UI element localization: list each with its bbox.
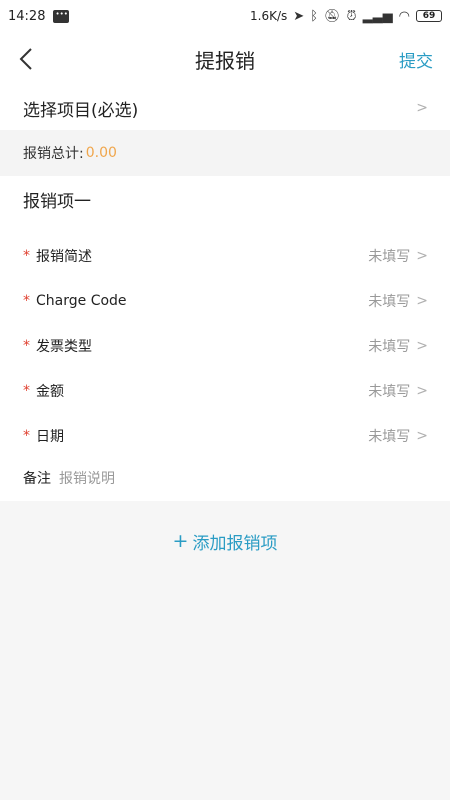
back-arrow-icon[interactable]	[14, 46, 40, 72]
signal-icon: ▂▃▅	[362, 8, 393, 24]
field-label: 日期	[36, 428, 64, 445]
field-label: Charge Code	[36, 292, 127, 309]
chevron-right-icon: >	[416, 427, 428, 444]
select-project-row[interactable]: 选择项目(必选) >	[0, 86, 450, 130]
field-value: 未填写	[368, 338, 411, 355]
nav-bar: 提报销 提交	[0, 32, 450, 86]
chevron-right-icon: >	[416, 247, 428, 264]
section-title: 报销项一	[23, 191, 91, 212]
required-marker: *	[23, 427, 30, 444]
alarm-icon: ⏰︎	[346, 8, 357, 24]
field-value: 未填写	[368, 293, 411, 310]
wifi-icon: ◠	[398, 8, 410, 24]
select-project-label: 选择项目(必选)	[23, 100, 139, 121]
chevron-right-icon: >	[416, 337, 428, 354]
reimbursement-item-section: 报销项一 * 报销简述 未填写 > * Charge Code 未填写 > * …	[0, 176, 450, 501]
required-marker: *	[23, 382, 30, 399]
chevron-right-icon: >	[416, 100, 428, 116]
battery-icon: 69	[416, 10, 442, 22]
remark-input[interactable]: 报销说明	[59, 468, 115, 488]
status-time: 14:28	[8, 8, 46, 24]
add-reimbursement-item-button[interactable]: + 添加报销项	[0, 501, 450, 581]
total-row: 报销总计: 0.00	[0, 130, 450, 176]
status-bar: 14:28 1.6K/s ➤ ᛒ 🔕︎ ⏰︎ ▂▃▅ ◠ 69	[0, 0, 450, 32]
field-row-date[interactable]: * 日期 未填写 >	[0, 413, 450, 458]
page-title: 提报销	[195, 48, 255, 73]
field-label: 发票类型	[36, 338, 92, 355]
field-label: 报销简述	[36, 248, 92, 265]
required-marker: *	[23, 247, 30, 264]
field-value: 未填写	[368, 248, 411, 265]
required-marker: *	[23, 292, 30, 309]
field-value: 未填写	[368, 383, 411, 400]
network-speed: 1.6K/s	[250, 9, 288, 23]
bluetooth-icon: ᛒ	[310, 8, 318, 24]
plus-icon: +	[172, 530, 189, 552]
field-value: 未填写	[368, 428, 411, 445]
remark-label: 备注	[23, 470, 51, 487]
total-label: 报销总计:	[23, 146, 84, 162]
field-row-charge-code[interactable]: * Charge Code 未填写 >	[0, 278, 450, 323]
location-icon: ➤	[293, 8, 305, 24]
field-row-amount[interactable]: * 金额 未填写 >	[0, 368, 450, 413]
remark-row: 备注 报销说明	[0, 458, 450, 501]
total-value: 0.00	[85, 145, 117, 161]
message-notification-icon	[53, 9, 70, 23]
field-label: 金额	[36, 383, 64, 400]
submit-button[interactable]: 提交	[399, 47, 433, 72]
mute-icon: 🔕︎	[324, 8, 341, 24]
chevron-right-icon: >	[416, 382, 428, 399]
required-marker: *	[23, 337, 30, 354]
field-row-description[interactable]: * 报销简述 未填写 >	[0, 233, 450, 278]
chevron-right-icon: >	[416, 292, 428, 309]
add-item-label: 添加报销项	[192, 533, 278, 554]
field-row-invoice-type[interactable]: * 发票类型 未填写 >	[0, 323, 450, 368]
